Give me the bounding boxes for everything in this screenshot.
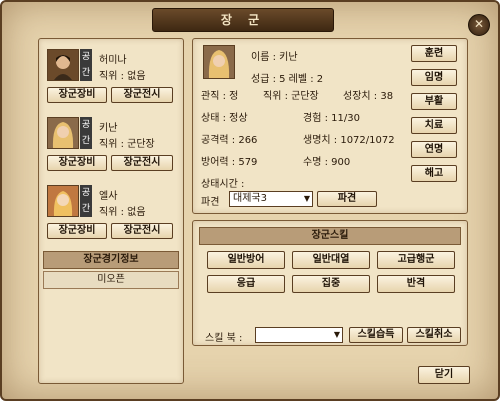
chevron-down-icon: ▼: [303, 194, 310, 203]
general-equip-button[interactable]: 장군장비: [47, 223, 107, 239]
detail-name: 이름 : 키난: [251, 52, 298, 63]
employ-info-header: 장군경기정보: [43, 251, 179, 269]
general-portrait: [47, 185, 79, 217]
skill-emergency[interactable]: 응급: [207, 275, 285, 293]
general-card[interactable]: 공간 엘사 직위 : 없음 장군장비 장군전시: [43, 181, 179, 243]
detail-portrait: [203, 45, 235, 79]
general-name: 허미나: [99, 55, 127, 66]
train-button[interactable]: 훈련: [411, 45, 457, 62]
general-name: 엘사: [99, 191, 118, 202]
detail-attack: 공격력 : 266: [201, 135, 258, 146]
general-detail-panel: 이름 : 키난 성급 : 5 레벨 : 2 관직 : 정 직위 : 군단장 성장…: [192, 38, 468, 214]
general-name: 키난: [99, 123, 118, 134]
skill-basic-defense[interactable]: 일반방어: [207, 251, 285, 269]
detail-level: 성급 : 5 레벨 : 2: [251, 74, 324, 85]
revive-button[interactable]: 부활: [411, 93, 457, 110]
skill-advanced-march[interactable]: 고급행군: [377, 251, 455, 269]
close-icon[interactable]: ✕: [468, 14, 490, 36]
general-equip-button[interactable]: 장군장비: [47, 155, 107, 171]
general-portrait: [47, 49, 79, 81]
skill-basic-formation[interactable]: 일반대열: [292, 251, 370, 269]
skill-panel: 장군스킬 일반방어 일반대열 고급행군 응급 집중 반격 스킬 북 : ▼ 스킬…: [192, 220, 468, 346]
general-portrait: [47, 117, 79, 149]
general-badge: 공간: [80, 117, 92, 149]
window-title: 장 군: [152, 8, 334, 32]
general-rank: 직위 : 없음: [99, 71, 146, 82]
detail-status-time: 상태시간 :: [201, 179, 245, 190]
skill-header: 장군스킬: [199, 227, 461, 245]
general-tactic-button[interactable]: 장군전시: [111, 87, 173, 103]
appoint-button[interactable]: 임명: [411, 69, 457, 86]
general-rank: 직위 : 군단장: [99, 139, 155, 150]
detail-growth: 성장치 : 38: [343, 91, 394, 102]
skill-book-label: 스킬 북 :: [205, 333, 243, 344]
general-tactic-button[interactable]: 장군전시: [111, 223, 173, 239]
extend-life-button[interactable]: 연명: [411, 141, 457, 158]
general-equip-button[interactable]: 장군장비: [47, 87, 107, 103]
heal-button[interactable]: 치료: [411, 117, 457, 134]
skill-book-select[interactable]: ▼: [255, 327, 343, 343]
dispatch-select[interactable]: 대제국3 ▼: [229, 191, 313, 207]
employ-info-value: 미오픈: [43, 271, 179, 289]
detail-defense: 방어력 : 579: [201, 157, 258, 168]
dispatch-label: 파견: [201, 197, 220, 208]
detail-rank: 관직 : 정: [201, 91, 239, 102]
detail-position: 직위 : 군단장: [263, 91, 319, 102]
detail-status: 상태 : 정상: [201, 113, 248, 124]
general-window: 장 군 ✕ 공간 허미나 직위 : 없음 장군장비 장군전시 공간 키난 직위 …: [0, 0, 500, 401]
dismiss-button[interactable]: 해고: [411, 165, 457, 182]
detail-hp: 생명치 : 1072/1072: [303, 135, 395, 146]
general-card[interactable]: 공간 키난 직위 : 군단장 장군장비 장군전시: [43, 113, 179, 175]
general-badge: 공간: [80, 185, 92, 217]
skill-focus[interactable]: 집중: [292, 275, 370, 293]
general-card[interactable]: 공간 허미나 직위 : 없음 장군장비 장군전시: [43, 45, 179, 107]
general-list-panel: 공간 허미나 직위 : 없음 장군장비 장군전시 공간 키난 직위 : 군단장 …: [38, 38, 184, 384]
skill-learn-button[interactable]: 스킬습득: [349, 327, 403, 343]
general-rank: 직위 : 없음: [99, 207, 146, 218]
chevron-down-icon: ▼: [333, 330, 340, 339]
detail-exp: 경험 : 11/30: [303, 113, 360, 124]
general-badge: 공간: [80, 49, 92, 81]
skill-counter[interactable]: 반격: [377, 275, 455, 293]
dispatch-button[interactable]: 파견: [317, 191, 377, 207]
skill-cancel-button[interactable]: 스킬취소: [407, 327, 461, 343]
close-button[interactable]: 닫기: [418, 366, 470, 384]
detail-life: 수명 : 900: [303, 157, 351, 168]
general-tactic-button[interactable]: 장군전시: [111, 155, 173, 171]
